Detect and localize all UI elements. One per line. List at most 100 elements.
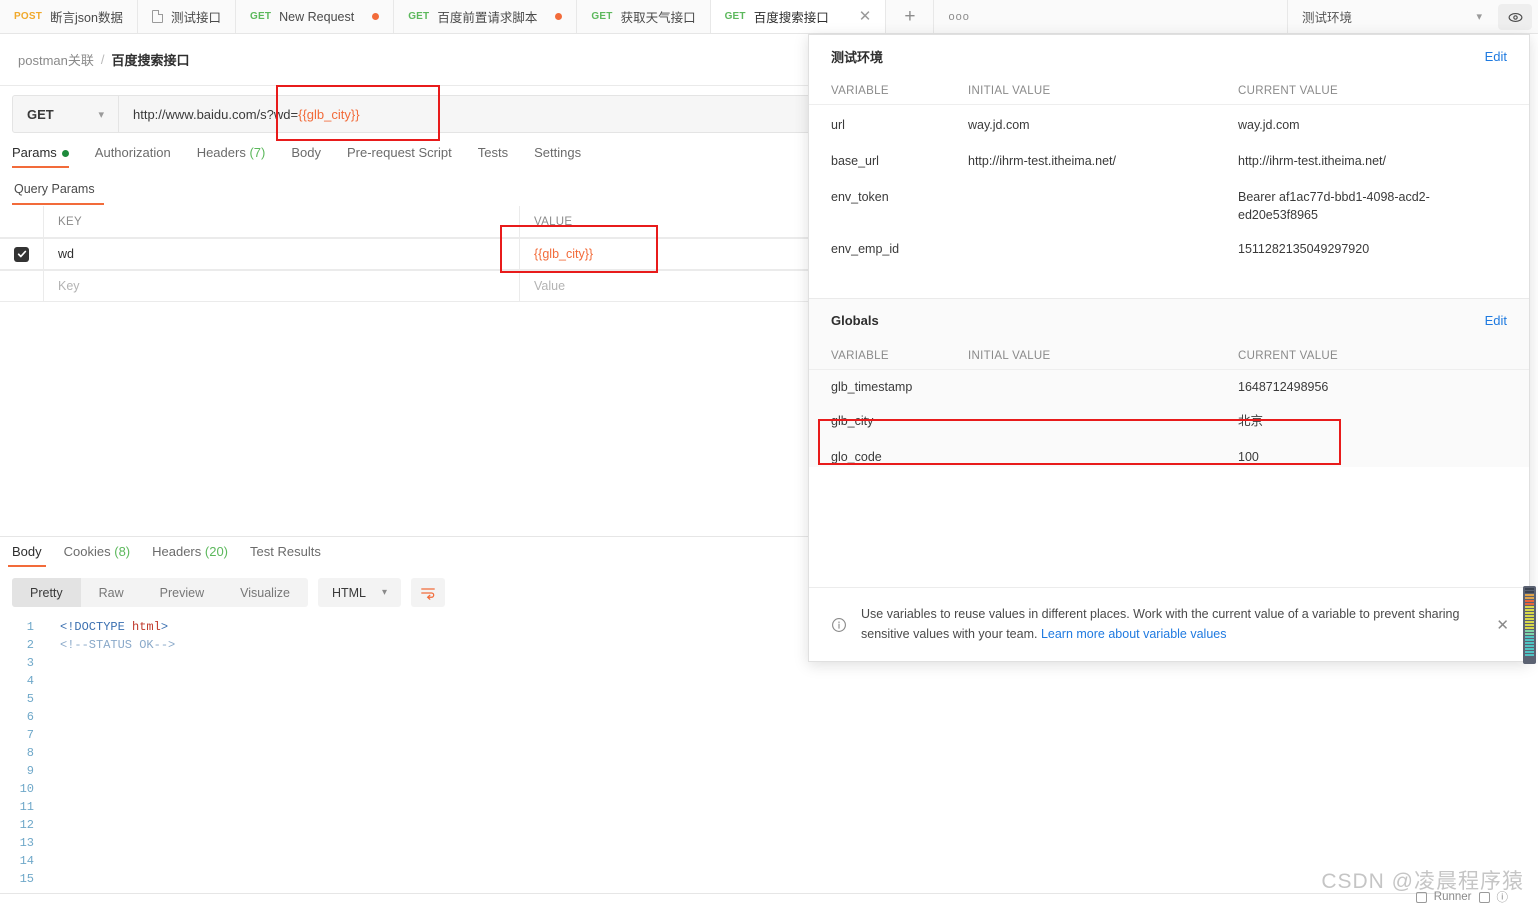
banner-learn-more-link[interactable]: Learn more about variable values xyxy=(1041,627,1227,641)
env-variable-row-url: url way.jd.com way.jd.com xyxy=(809,105,1529,141)
request-tab-5-active[interactable]: GET 百度搜索接口 ✕ xyxy=(710,0,887,33)
minimap-segment xyxy=(1525,651,1534,653)
minimap-segment xyxy=(1525,636,1534,638)
response-tab-cookies[interactable]: Cookies (8) xyxy=(60,544,134,567)
tab-authorization[interactable]: Authorization xyxy=(95,145,171,168)
view-mode-preview[interactable]: Preview xyxy=(142,578,222,607)
view-mode-visualize[interactable]: Visualize xyxy=(222,578,308,607)
chevron-down-icon: ▾ xyxy=(381,587,388,598)
env-col-initial: INITIAL VALUE xyxy=(968,84,1051,97)
request-tab-4[interactable]: GET 获取天气接口 xyxy=(577,0,711,33)
row-checkbox-cell[interactable] xyxy=(0,239,44,269)
row-value-input[interactable]: {{glb_city}} xyxy=(520,239,808,269)
row-value-input-empty[interactable]: Value xyxy=(520,271,808,301)
minimap-segment xyxy=(1525,624,1534,626)
tab-body[interactable]: Body xyxy=(291,145,321,168)
code-line: 9 xyxy=(0,762,1460,780)
row-checkbox-cell-empty[interactable] xyxy=(0,271,44,301)
env-variable-current: 1511282135049297920 xyxy=(1238,242,1370,257)
code-line-number: 14 xyxy=(19,854,34,868)
tab-method-label: GET xyxy=(408,11,430,22)
unsaved-indicator-dot xyxy=(555,13,563,20)
tab-params-label: Params xyxy=(12,145,57,160)
tab-headers[interactable]: Headers (7) xyxy=(197,145,266,168)
environment-quick-look-button[interactable] xyxy=(1498,4,1532,30)
request-tab-0[interactable]: POST 断言json数据 xyxy=(0,0,138,33)
tab-bar-spacer xyxy=(984,0,1288,33)
query-params-table: KEY VALUE wd {{glb_city}} Key Value xyxy=(0,206,808,302)
minimap-segment xyxy=(1525,612,1534,614)
tab-tests[interactable]: Tests xyxy=(478,145,508,168)
tab-title: 获取天气接口 xyxy=(620,11,696,25)
code-minimap-scrollbar[interactable] xyxy=(1523,586,1536,664)
environment-edit-link[interactable]: Edit xyxy=(1485,49,1507,64)
tab-pre-request-script-label: Pre-request Script xyxy=(346,145,452,160)
code-line: 7 xyxy=(0,726,1460,744)
env-variable-row-env-token: env_token Bearer af1ac77d-bbd1-4098-acd2… xyxy=(809,177,1529,224)
code-line-number: 1 xyxy=(26,620,34,634)
minimap-segment xyxy=(1525,615,1534,617)
request-tab-bar: POST 断言json数据 测试接口 GET New Request GET 百… xyxy=(0,0,1538,34)
tab-settings[interactable]: Settings xyxy=(534,145,581,168)
code-line-number: 6 xyxy=(26,710,34,724)
globals-edit-link[interactable]: Edit xyxy=(1485,313,1507,328)
view-mode-raw[interactable]: Raw xyxy=(81,578,142,607)
environment-selector[interactable]: 测试环境 ▾ xyxy=(1288,0,1496,33)
code-line: 12 xyxy=(0,816,1460,834)
response-view-mode-group: Pretty Raw Preview Visualize xyxy=(12,578,308,607)
minimap-segment xyxy=(1525,633,1534,635)
response-section-tabs: Body Cookies (8) Headers (20) Test Resul… xyxy=(8,544,798,568)
breadcrumb-collection[interactable]: postman关联 xyxy=(18,50,94,69)
code-line-text: <!--STATUS OK--> xyxy=(60,638,176,652)
response-format-selector[interactable]: HTML ▾ xyxy=(317,578,402,607)
wrap-lines-button[interactable] xyxy=(411,578,446,607)
response-tab-test-results[interactable]: Test Results xyxy=(246,544,325,567)
tab-pre-request-script[interactable]: Pre-request Script xyxy=(347,145,452,168)
code-line-number: 13 xyxy=(19,836,34,850)
row-value-variable-token: {{glb_city}} xyxy=(534,247,594,261)
table-row[interactable]: wd {{glb_city}} xyxy=(0,238,808,270)
env-variable-name: env_token xyxy=(831,190,889,204)
close-icon[interactable]: ✕ xyxy=(859,9,872,24)
postman-window: POST 断言json数据 测试接口 GET New Request GET 百… xyxy=(0,0,1538,911)
response-tab-body[interactable]: Body xyxy=(8,544,46,567)
text-wrap-icon xyxy=(421,587,435,600)
response-tab-headers[interactable]: Headers (20) xyxy=(148,544,232,567)
request-tab-3[interactable]: GET 百度前置请求脚本 xyxy=(394,0,578,33)
tab-title: 百度前置请求脚本 xyxy=(437,11,538,25)
environment-panel-header: 测试环境 Edit xyxy=(809,35,1529,77)
response-tab-body-label: Body xyxy=(12,544,42,559)
response-tab-test-results-label: Test Results xyxy=(250,544,321,559)
tab-method-label: GET xyxy=(591,11,613,22)
globals-variable-name: glo_code xyxy=(831,450,882,465)
tab-headers-count: (7) xyxy=(249,145,266,160)
checkbox-checked[interactable] xyxy=(14,246,29,262)
http-method-selector[interactable]: GET ▾ xyxy=(13,96,119,132)
code-line: 11 xyxy=(0,798,1460,816)
globals-variable-name: glb_timestamp xyxy=(831,380,913,395)
minimap-segment xyxy=(1525,654,1534,656)
view-mode-pretty[interactable]: Pretty xyxy=(12,578,81,607)
header-cell-value: VALUE xyxy=(534,215,573,228)
close-icon[interactable]: ✕ xyxy=(1486,616,1509,634)
unsaved-indicator-dot xyxy=(372,13,380,20)
tab-more-options-button[interactable]: ooo xyxy=(934,0,983,33)
code-line-number: 11 xyxy=(19,800,34,814)
env-variable-initial: way.jd.com xyxy=(968,118,1030,132)
eye-icon xyxy=(1508,12,1522,22)
chevron-down-icon: ▾ xyxy=(1476,11,1482,23)
code-line: 5 xyxy=(0,690,1460,708)
tab-title: 百度搜索接口 xyxy=(753,11,829,25)
row-key-input[interactable]: wd xyxy=(44,239,520,269)
new-tab-button[interactable]: + xyxy=(886,0,935,33)
request-tab-2[interactable]: GET New Request xyxy=(235,0,395,33)
chevron-down-icon: ▾ xyxy=(98,108,104,121)
code-line-number: 9 xyxy=(26,764,34,778)
table-row-empty[interactable]: Key Value xyxy=(0,270,808,302)
globals-variable-name: glb_city xyxy=(831,414,874,429)
tab-params[interactable]: Params xyxy=(12,145,69,168)
request-tab-1[interactable]: 测试接口 xyxy=(137,0,236,33)
globals-variable-current: 100 xyxy=(1238,450,1259,465)
row-key-input-empty[interactable]: Key xyxy=(44,271,520,301)
minimap-segment xyxy=(1525,597,1534,599)
